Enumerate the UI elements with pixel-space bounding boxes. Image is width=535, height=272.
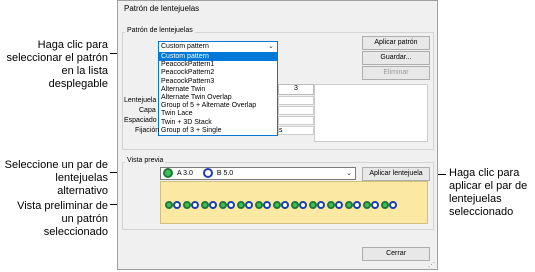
chevron-down-icon[interactable]: ⌄ [268,42,274,52]
annotation-select-pattern: Haga clic para seleccionar el patrón en … [6,39,108,90]
sequin-pair-select[interactable]: A 3.0 B 5.0 ⌄ [160,167,356,180]
dropdown-item[interactable]: PeacockPattern1 [159,61,277,69]
sequin-b [281,201,289,209]
dropdown-item[interactable]: Group of 3 + Single [159,127,277,135]
sequin-a [345,201,353,209]
sequin-b [173,201,181,209]
sequin-b [335,201,343,209]
pattern-dropdown-list[interactable]: Custom pattern PeacockPattern1 PeacockPa… [158,52,278,137]
label-layer: Capa [139,107,156,114]
sequin-a-icon [163,168,173,179]
annotation-preview: Vista preliminar de un patrón selecciona… [17,200,108,238]
pattern-select-value: Custom pattern [161,43,209,50]
preview-group-label: Vista previa [125,157,166,164]
delete-button[interactable]: Eliminar [362,66,430,80]
annotation-select-pair: Seleccione un par de lentejuelas alterna… [4,159,108,197]
sequin-a [255,201,263,209]
save-button[interactable]: Guardar... [362,51,430,65]
label-sequin: Lentejuela [124,97,157,104]
sequin-b [371,201,379,209]
sequin-a [183,201,191,209]
sequin-b [389,201,397,209]
dialog-title: Patrón de lentejuelas [124,4,200,13]
sequin-b [245,201,253,209]
sequin-a [273,201,281,209]
sequin-b [263,201,271,209]
dropdown-item[interactable]: PeacockPattern2 [159,69,277,77]
dropdown-item[interactable]: Twin + 3D Stack [159,119,277,127]
sequin-a [219,201,227,209]
label-spacing: Espaciado [124,117,157,124]
apply-pattern-button[interactable]: Aplicar patrón [362,36,430,50]
sequin-a [381,201,389,209]
sequin-a [363,201,371,209]
sequin-a [309,201,317,209]
label-fixing: Fijación [135,127,160,134]
dropdown-item[interactable]: Group of 5 + Alternate Overlap [159,102,277,110]
grid-cell[interactable] [278,96,314,105]
sequin-b-label: B 5.0 [216,170,234,177]
sequin-b [191,201,199,209]
pattern-preview [160,181,428,224]
apply-sequin-button[interactable]: Aplicar lentejuela [362,167,430,181]
sequin-a [327,201,335,209]
sequin-b [227,201,235,209]
sequin-a [165,201,173,209]
sequin-a-label: A 3.0 [176,170,193,177]
pattern-group-label: Patrón de lentejuelas [125,27,195,34]
sequin-b [317,201,325,209]
close-button[interactable]: Cerrar [362,247,430,261]
sequin-a [201,201,209,209]
sequin-b [353,201,361,209]
resize-grip-icon[interactable]: ⋰ [428,261,533,270]
dropdown-item[interactable]: PeacockPattern3 [159,78,277,86]
sequin-a [291,201,299,209]
dropdown-item[interactable]: Custom pattern [159,53,277,62]
sequin-b [209,201,217,209]
sequin-a [237,201,245,209]
chevron-down-icon[interactable]: ⌄ [346,168,352,180]
grid-cell[interactable]: s [278,126,314,135]
grid-area [314,84,428,142]
dropdown-item[interactable]: Alternate Twin [159,86,277,94]
grid-cell[interactable] [278,116,314,125]
grid-header-col-3: 3 [278,84,314,95]
sequin-b-icon [202,168,213,179]
grid-cell-fragment: s [279,127,283,134]
dropdown-item[interactable]: Alternate Twin Overlap [159,94,277,102]
annotation-apply-sequin: Haga clic para aplicar el par de lenteju… [449,167,528,218]
grid-cell[interactable] [278,106,314,115]
dropdown-item[interactable]: Twin Lace [159,110,277,118]
sequin-b [299,201,307,209]
